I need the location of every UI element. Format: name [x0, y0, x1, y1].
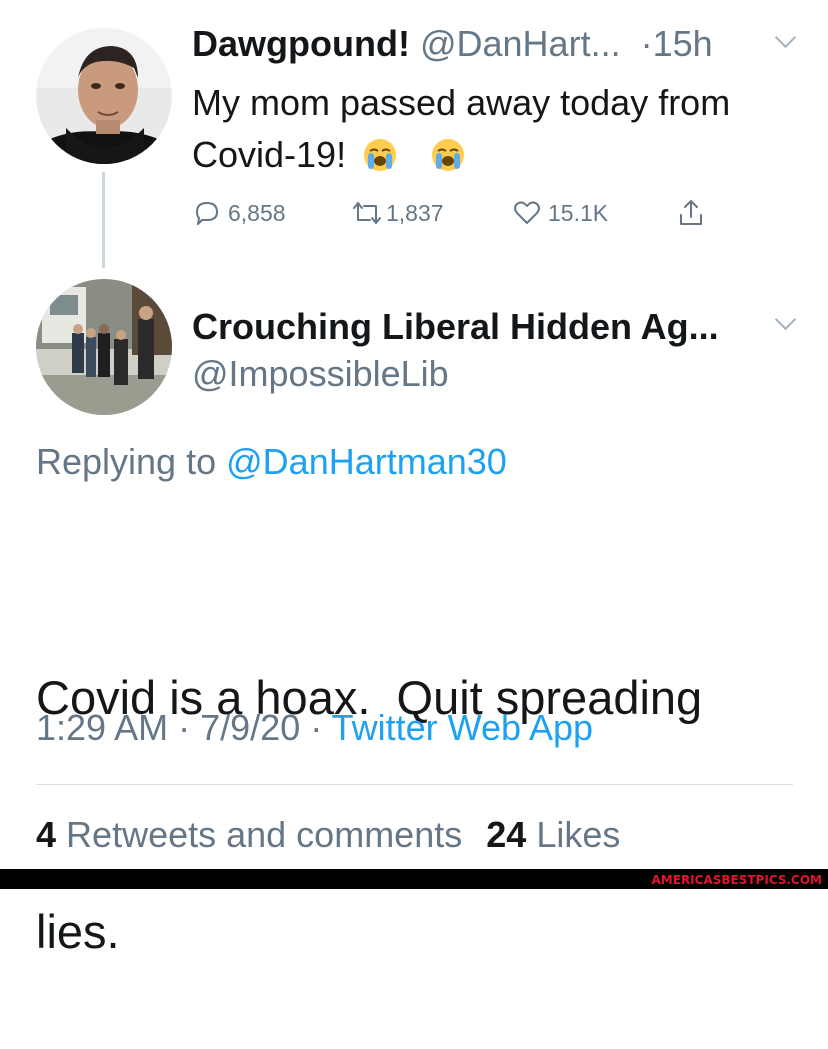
reply-tweet-meta: 1:29 AM · 7/9/20 · Twitter Web App: [36, 706, 593, 750]
original-author-avatar[interactable]: [36, 28, 172, 164]
reply-author-name[interactable]: Crouching Liberal Hidden Ag...: [192, 305, 719, 349]
reply-count: 6,858: [228, 199, 286, 226]
reply-action[interactable]: 6,858: [192, 195, 286, 231]
reply-author-handle[interactable]: @ImpossibleLib: [192, 352, 449, 396]
original-tweet-text-line2: Covid-19!: [192, 134, 347, 175]
like-action[interactable]: 15.1K: [512, 195, 608, 231]
original-tweet-text: My mom passed away today from Covid-19!: [192, 77, 730, 181]
share-icon: [680, 200, 702, 225]
retweet-count: 1,837: [386, 199, 444, 226]
watermark-text: AMERICASBESTPICS.COM: [651, 873, 822, 887]
original-author-handle[interactable]: @DanHart...: [420, 23, 621, 64]
reply-tweet-menu-chevron-icon[interactable]: [774, 308, 797, 331]
likes-label: Likes: [536, 814, 621, 855]
likes-count: 24: [486, 814, 527, 855]
retweets-count: 4: [36, 814, 57, 855]
share-action[interactable]: [676, 195, 706, 231]
original-author-name[interactable]: Dawgpound!: [192, 23, 410, 64]
original-tweet-text-line1: My mom passed away today from: [192, 82, 731, 123]
heart-icon: [514, 201, 540, 224]
reply-tweet-date: 7/9/20: [200, 707, 301, 748]
retweet-action[interactable]: 1,837: [350, 195, 444, 231]
likes-stat[interactable]: 24 Likes: [486, 814, 620, 855]
meta-separator: ·: [310, 707, 323, 748]
reply-author-avatar[interactable]: [36, 279, 172, 415]
reply-tweet-time: 1:29 AM: [36, 707, 169, 748]
original-tweet-menu-chevron-icon[interactable]: [774, 26, 797, 49]
retweet-icon: [353, 202, 381, 224]
reply-tweet-source-link[interactable]: Twitter Web App: [332, 707, 593, 748]
stats-divider: [36, 784, 793, 785]
original-tweet-text-line2-wrap: Covid-19!: [192, 129, 730, 181]
reply-tweet-text: Covid is a hoax. Quit spreading lies.: [36, 503, 702, 1049]
watermark-bar: AMERICASBESTPICS.COM: [0, 869, 828, 889]
original-tweet-header: Dawgpound! @DanHart... ·15h: [192, 22, 713, 66]
crying-face-emoji-icon: [432, 139, 465, 171]
retweets-stat[interactable]: 4 Retweets and comments: [36, 814, 472, 855]
reply-icon: [196, 202, 218, 225]
replying-to-prefix: Replying to: [36, 441, 217, 482]
reply-tweet-stats: 4 Retweets and comments 24 Likes: [36, 813, 620, 857]
replying-to-handle-link[interactable]: @DanHartman30: [226, 441, 507, 482]
reply-tweet-text-line2: lies.: [36, 905, 120, 958]
like-count: 15.1K: [548, 199, 609, 226]
meta-separator: ·: [178, 707, 191, 748]
replying-to-line: Replying to @DanHartman30: [36, 440, 507, 484]
thread-connector-line: [102, 172, 105, 268]
crying-face-emoji-icon: [364, 139, 397, 171]
original-tweet-time[interactable]: ·15h: [641, 23, 713, 64]
retweets-label: Retweets and comments: [66, 814, 463, 855]
